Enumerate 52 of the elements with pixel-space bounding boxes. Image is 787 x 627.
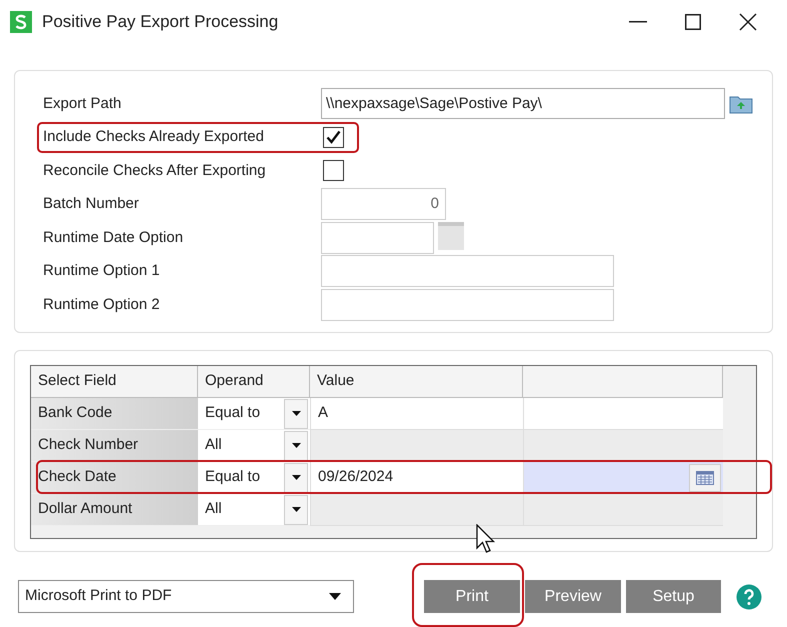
- field-label: Runtime Option 2: [43, 294, 161, 314]
- dropdown-button[interactable]: [284, 494, 308, 524]
- dialog-button[interactable]: Preview: [525, 580, 621, 613]
- row-header-cell: Check Date: [31, 462, 198, 494]
- operand-value: All: [205, 435, 223, 456]
- field-label: Export Path: [43, 94, 122, 114]
- checkbox[interactable]: [323, 160, 344, 182]
- field-label: Runtime Option 1: [43, 261, 161, 281]
- value-to-cell[interactable]: [523, 398, 723, 430]
- operand-value: Equal to: [205, 467, 262, 488]
- close-icon[interactable]: [739, 13, 757, 31]
- minimize-icon[interactable]: [629, 21, 647, 23]
- caret-icon: [292, 411, 300, 416]
- caret-icon: [292, 507, 300, 512]
- caret-icon: [292, 443, 300, 448]
- column-header: Value: [317, 371, 354, 392]
- calendar-button[interactable]: [689, 464, 721, 492]
- window-title: Positive Pay Export Processing: [42, 11, 278, 34]
- caret-icon: [292, 475, 300, 480]
- field-label: Reconcile Checks After Exporting: [43, 160, 267, 180]
- column-header: Select Field: [38, 371, 116, 392]
- folder-icon[interactable]: [729, 94, 753, 114]
- dialog-button[interactable]: Setup: [626, 580, 721, 613]
- mouse-cursor-icon: [476, 524, 496, 554]
- date-field[interactable]: [321, 222, 434, 254]
- dialog-button[interactable]: Print: [424, 580, 520, 613]
- dropdown-caret-icon: [329, 593, 341, 600]
- value-field[interactable]: A: [310, 398, 523, 430]
- dropdown-button[interactable]: [284, 430, 308, 460]
- row-header-cell: Check Number: [31, 430, 198, 462]
- calendar-icon: [696, 470, 714, 484]
- app-logo-icon: [10, 11, 32, 33]
- field-label: Runtime Date Option: [43, 228, 184, 248]
- batch-number-field[interactable]: 0: [321, 188, 446, 220]
- dropdown-button[interactable]: [284, 398, 308, 428]
- help-icon[interactable]: [736, 584, 762, 610]
- value-field[interactable]: 09/26/2024: [310, 462, 523, 494]
- checkbox[interactable]: [323, 126, 344, 148]
- field-label: Include Checks Already Exported: [43, 127, 265, 147]
- printer-dropdown[interactable]: Microsoft Print to PDF: [18, 580, 354, 613]
- export-path-field[interactable]: \\nexpaxsage\Sage\Postive Pay\: [321, 88, 725, 120]
- operand-value: Equal to: [205, 403, 262, 424]
- field-label: Batch Number: [43, 194, 140, 214]
- maximize-icon[interactable]: [685, 14, 701, 30]
- text-field[interactable]: [321, 255, 614, 288]
- value-to-cell[interactable]: [523, 462, 723, 494]
- row-header-cell: Bank Code: [31, 398, 198, 430]
- operand-value: All: [205, 499, 223, 520]
- text-field[interactable]: [321, 288, 614, 321]
- dropdown-button[interactable]: [284, 462, 308, 492]
- row-header-cell: Dollar Amount: [31, 494, 198, 526]
- column-header: Operand: [205, 371, 264, 392]
